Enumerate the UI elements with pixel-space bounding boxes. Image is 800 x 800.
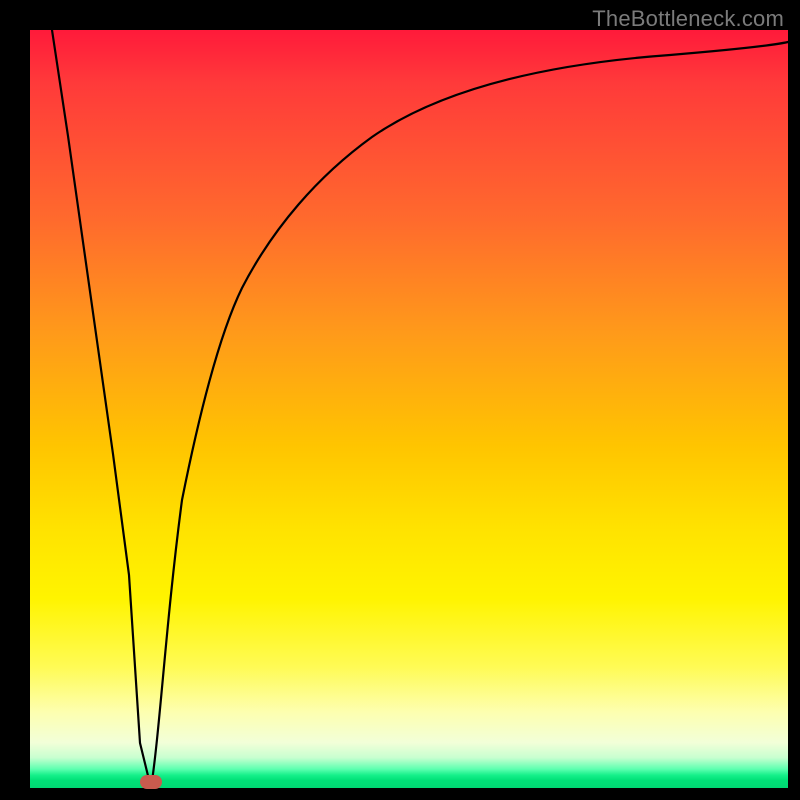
watermark-text: TheBottleneck.com	[592, 6, 784, 32]
bottleneck-curve	[30, 30, 788, 788]
optimal-marker	[140, 775, 162, 789]
plot-area	[30, 30, 788, 788]
chart-frame: TheBottleneck.com	[0, 0, 800, 800]
